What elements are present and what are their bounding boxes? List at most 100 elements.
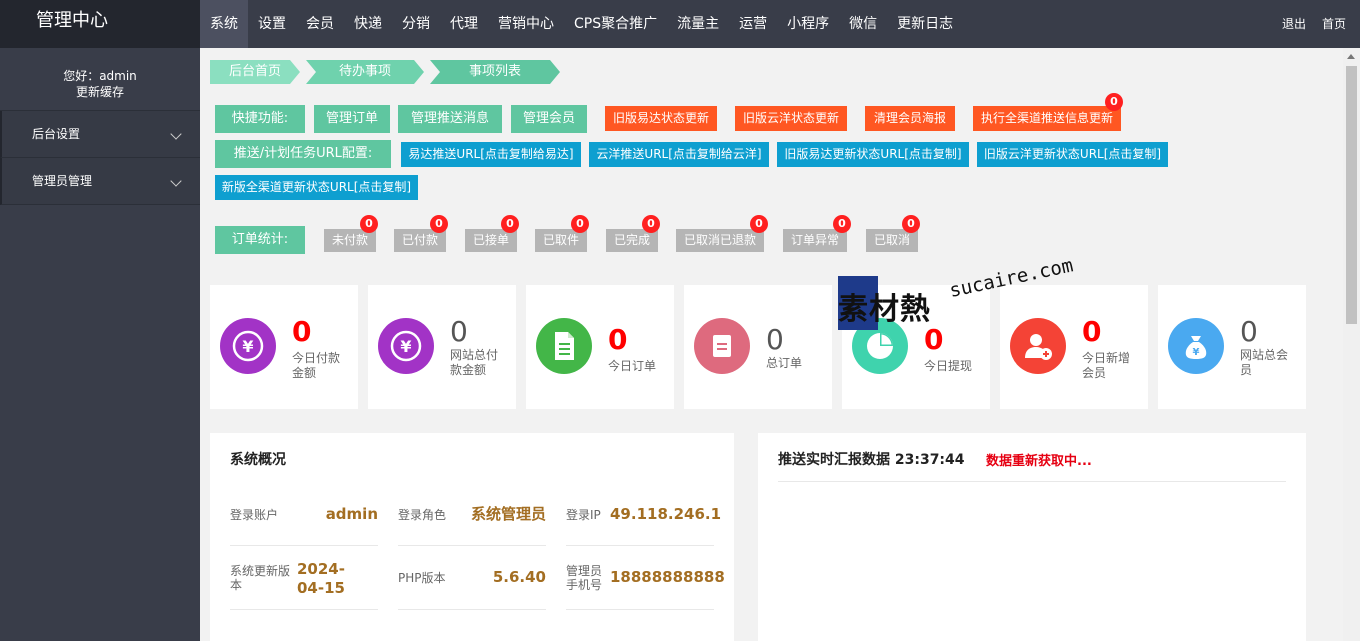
- main-content: 后台首页 待办事项 事项列表 快捷功能: 管理订单 管理推送消息 管理会员 旧版…: [200, 48, 1343, 641]
- stat-label: 今日付款金额: [292, 351, 341, 380]
- kv-label: PHP版本: [398, 571, 446, 585]
- run-all-channel-push-update-button[interactable]: 执行全渠道推送信息更新: [973, 106, 1121, 131]
- watermark-cn: 素材熱: [838, 292, 931, 327]
- legacy-yida-status-url-button[interactable]: 旧版易达更新状态URL[点击复制]: [777, 142, 969, 167]
- order-stat-badge: 0: [571, 215, 589, 233]
- system-version-value: 2024-04-15: [297, 560, 345, 597]
- breadcrumb-todo[interactable]: 待办事项: [306, 60, 424, 84]
- chevron-down-icon: [170, 175, 182, 187]
- stat-value: 0: [766, 323, 784, 356]
- chevron-down-icon: [170, 128, 182, 140]
- scroll-thumb[interactable]: [1346, 66, 1357, 324]
- breadcrumb: 后台首页 待办事项 事项列表: [210, 60, 566, 84]
- kv-label: 登录账户: [230, 508, 279, 522]
- list-icon: [694, 318, 750, 374]
- quick-functions-label: 快捷功能:: [215, 105, 305, 133]
- php-version-value: 5.6.40: [492, 568, 546, 586]
- system-overview-panel: 系统概况 登录账户 admin 登录角色 系统管理员 登录IP 49.118.2…: [210, 433, 734, 641]
- kv-label: 登录角色: [398, 508, 447, 522]
- sidebar: 您好：admin 更新缓存 后台设置 管理员管理: [0, 48, 200, 641]
- admin-phone-value: 18888888888: [610, 568, 725, 586]
- stat-card-total-members: ¥ 0 网站总会员: [1158, 285, 1306, 409]
- stat-value: 0: [608, 323, 628, 356]
- nav-settings[interactable]: 设置: [248, 0, 296, 48]
- refresh-cache-link[interactable]: 更新缓存: [0, 84, 200, 100]
- manage-orders-button[interactable]: 管理订单: [314, 105, 390, 133]
- legacy-yunyang-status-update-button[interactable]: 旧版云洋状态更新: [735, 106, 847, 131]
- nav-wechat[interactable]: 微信: [839, 0, 887, 48]
- nav-cps[interactable]: CPS聚合推广: [564, 0, 667, 48]
- kv-label: 系统更新版本: [230, 564, 291, 592]
- svg-text:¥: ¥: [242, 337, 253, 356]
- stat-label: 总订单: [766, 356, 803, 370]
- nav-changelog[interactable]: 更新日志: [887, 0, 963, 48]
- sidebar-item-backend-settings[interactable]: 后台设置: [0, 111, 200, 158]
- nav-distribution[interactable]: 分销: [392, 0, 440, 48]
- yunyang-push-url-button[interactable]: 云洋推送URL[点击复制给云洋]: [589, 142, 769, 167]
- stat-label: 今日订单: [608, 359, 657, 373]
- stat-value: 0: [292, 315, 312, 348]
- stat-label: 今日新增会员: [1082, 351, 1131, 380]
- yen-icon: ¥: [220, 318, 276, 374]
- nav-members[interactable]: 会员: [296, 0, 344, 48]
- nav-marketing[interactable]: 营销中心: [488, 0, 564, 48]
- brand-title: 管理中心: [0, 0, 200, 48]
- order-stat-badge: 0: [501, 215, 519, 233]
- money-bag-icon: ¥: [1168, 318, 1224, 374]
- nav-agent[interactable]: 代理: [440, 0, 488, 48]
- logout-link[interactable]: 退出: [1282, 0, 1306, 48]
- stat-card-today-payment: ¥ 0 今日付款金额: [210, 285, 358, 409]
- svg-text:¥: ¥: [1193, 347, 1200, 358]
- scrollbar[interactable]: [1343, 48, 1360, 641]
- sidebar-item-label: 后台设置: [32, 127, 81, 141]
- stat-value: 0: [450, 315, 468, 348]
- new-all-channel-status-url-button[interactable]: 新版全渠道更新状态URL[点击复制]: [215, 175, 418, 200]
- stat-label: 网站总会员: [1240, 348, 1289, 377]
- stat-label: 今日提现: [924, 359, 973, 373]
- yen-icon: ¥: [378, 318, 434, 374]
- yida-push-url-button[interactable]: 易达推送URL[点击复制给易达]: [401, 142, 581, 167]
- push-config-label: 推送/计划任务URL配置:: [215, 140, 391, 168]
- nav-express[interactable]: 快递: [344, 0, 392, 48]
- top-nav: 系统 设置 会员 快递 分销 代理 营销中心 CPS聚合推广 流量主 运营 小程…: [200, 0, 963, 48]
- login-ip-value: 49.118.246.1: [610, 505, 722, 523]
- sidebar-item-label: 管理员管理: [32, 174, 93, 188]
- panel-title: 推送实时汇报数据 23:37:44: [778, 452, 965, 468]
- stat-card-total-payment: ¥ 0 网站总付款金额: [368, 285, 516, 409]
- clear-member-posters-button[interactable]: 清理会员海报: [865, 106, 955, 131]
- manage-members-button[interactable]: 管理会员: [511, 105, 587, 133]
- user-box: 您好：admin 更新缓存: [0, 48, 200, 111]
- panel-title: 系统概况: [230, 452, 286, 468]
- push-update-badge: 0: [1105, 93, 1123, 111]
- top-bar: 管理中心 系统 设置 会员 快递 分销 代理 营销中心 CPS聚合推广 流量主 …: [0, 0, 1360, 48]
- document-icon: [536, 318, 592, 374]
- order-stat-badge: 0: [642, 215, 660, 233]
- order-stat-abnormal[interactable]: 订单异常: [783, 229, 847, 252]
- stat-label: 网站总付款金额: [450, 348, 499, 377]
- order-stat-badge: 0: [430, 215, 448, 233]
- order-stat-badge: 0: [750, 215, 768, 233]
- scroll-up-arrow-icon[interactable]: [1347, 54, 1355, 59]
- breadcrumb-list[interactable]: 事项列表: [430, 60, 560, 84]
- manage-push-messages-button[interactable]: 管理推送消息: [398, 105, 502, 133]
- breadcrumb-home[interactable]: 后台首页: [210, 60, 300, 84]
- order-stat-badge: 0: [360, 215, 378, 233]
- home-link[interactable]: 首页: [1322, 0, 1346, 48]
- stat-value: 0: [1240, 315, 1258, 348]
- nav-traffic[interactable]: 流量主: [667, 0, 729, 48]
- order-stat-cancelled-refunded[interactable]: 已取消已退款: [676, 229, 764, 252]
- legacy-yida-status-update-button[interactable]: 旧版易达状态更新: [605, 106, 717, 131]
- sidebar-item-admin-management[interactable]: 管理员管理: [0, 158, 200, 205]
- nav-miniprogram[interactable]: 小程序: [777, 0, 839, 48]
- realtime-push-report-panel: 推送实时汇报数据 23:37:44 数据重新获取中...: [758, 433, 1306, 641]
- nav-system[interactable]: 系统: [200, 0, 248, 48]
- stat-card-total-orders: 0 总订单: [684, 285, 832, 409]
- greeting: 您好：admin: [63, 69, 137, 83]
- order-stat-badge: 0: [902, 215, 920, 233]
- login-account-value: admin: [325, 505, 378, 523]
- nav-operations[interactable]: 运营: [729, 0, 777, 48]
- legacy-yunyang-status-url-button[interactable]: 旧版云洋更新状态URL[点击复制]: [977, 142, 1168, 167]
- watermark-logo: 素材熱 sucaire.com: [838, 254, 1088, 332]
- login-role-value: 系统管理员: [470, 505, 546, 523]
- kv-label: 登录IP: [566, 508, 601, 522]
